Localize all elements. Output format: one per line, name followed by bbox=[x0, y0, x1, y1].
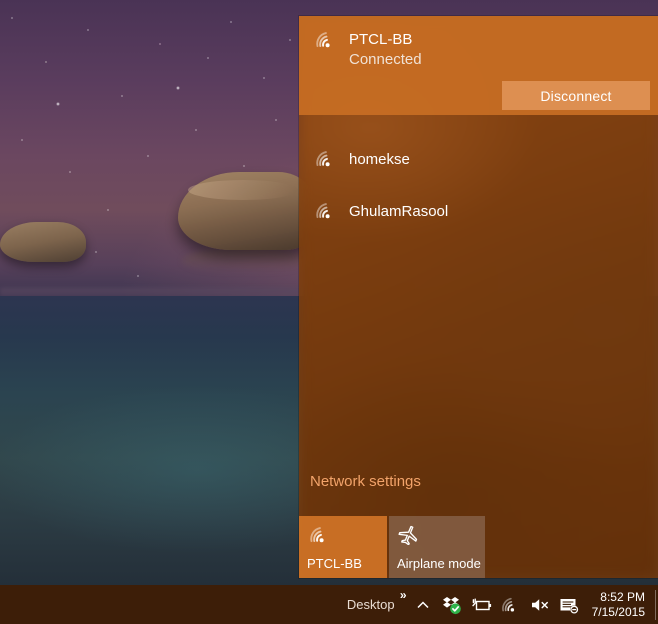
wallpaper-rock-reflection bbox=[182, 248, 308, 274]
chevron-up-icon[interactable] bbox=[413, 595, 433, 615]
wallpaper-rock-large bbox=[178, 172, 318, 250]
network-settings-link[interactable]: Network settings bbox=[310, 473, 421, 490]
tile-wifi[interactable]: PTCL-BB bbox=[299, 516, 387, 578]
clock-time: 8:52 PM bbox=[600, 589, 645, 604]
screen: PTCL-BB Connected Disconnect homekse Ghu… bbox=[0, 0, 658, 624]
network-flyout: PTCL-BB Connected Disconnect homekse Ghu… bbox=[299, 16, 658, 578]
action-center-icon[interactable] bbox=[558, 595, 579, 615]
wifi-icon bbox=[314, 30, 336, 50]
battery-charging-icon[interactable] bbox=[471, 595, 491, 615]
connected-network-item[interactable]: PTCL-BB Connected Disconnect bbox=[299, 16, 658, 115]
network-item-ghulamrasool[interactable]: GhulamRasool bbox=[299, 185, 658, 237]
tile-airplane-mode[interactable]: Airplane mode bbox=[389, 516, 485, 578]
network-name: homekse bbox=[349, 150, 410, 168]
quick-action-tiles: PTCL-BB Airplane mode bbox=[299, 516, 487, 578]
wifi-icon bbox=[314, 149, 336, 169]
wifi-icon bbox=[314, 201, 336, 221]
network-name: GhulamRasool bbox=[349, 202, 449, 220]
desktop-label: Desktop bbox=[346, 597, 395, 612]
wallpaper-rock-small bbox=[0, 222, 86, 262]
dropbox-icon[interactable] bbox=[442, 595, 462, 615]
tile-label: PTCL-BB bbox=[307, 556, 362, 571]
system-tray bbox=[413, 595, 586, 615]
speaker-muted-icon[interactable] bbox=[529, 595, 549, 615]
available-networks-list: homekse GhulamRasool bbox=[299, 133, 658, 237]
wifi-icon[interactable] bbox=[500, 595, 520, 615]
connected-network-name: PTCL-BB bbox=[349, 31, 413, 48]
tile-label: Airplane mode bbox=[397, 556, 481, 571]
overflow-indicator: » bbox=[399, 588, 407, 602]
taskbar-clock[interactable]: 8:52 PM 7/15/2015 bbox=[586, 589, 656, 620]
taskbar-desktop-button[interactable]: Desktop » bbox=[343, 588, 407, 612]
clock-date: 7/15/2015 bbox=[591, 604, 645, 619]
network-item-homekse[interactable]: homekse bbox=[299, 133, 658, 185]
taskbar: Desktop » 8:52 PM 7/15/2015 bbox=[0, 585, 658, 624]
disconnect-button[interactable]: Disconnect bbox=[502, 81, 650, 110]
connected-network-status: Connected bbox=[349, 51, 422, 68]
airplane-icon bbox=[398, 525, 420, 549]
